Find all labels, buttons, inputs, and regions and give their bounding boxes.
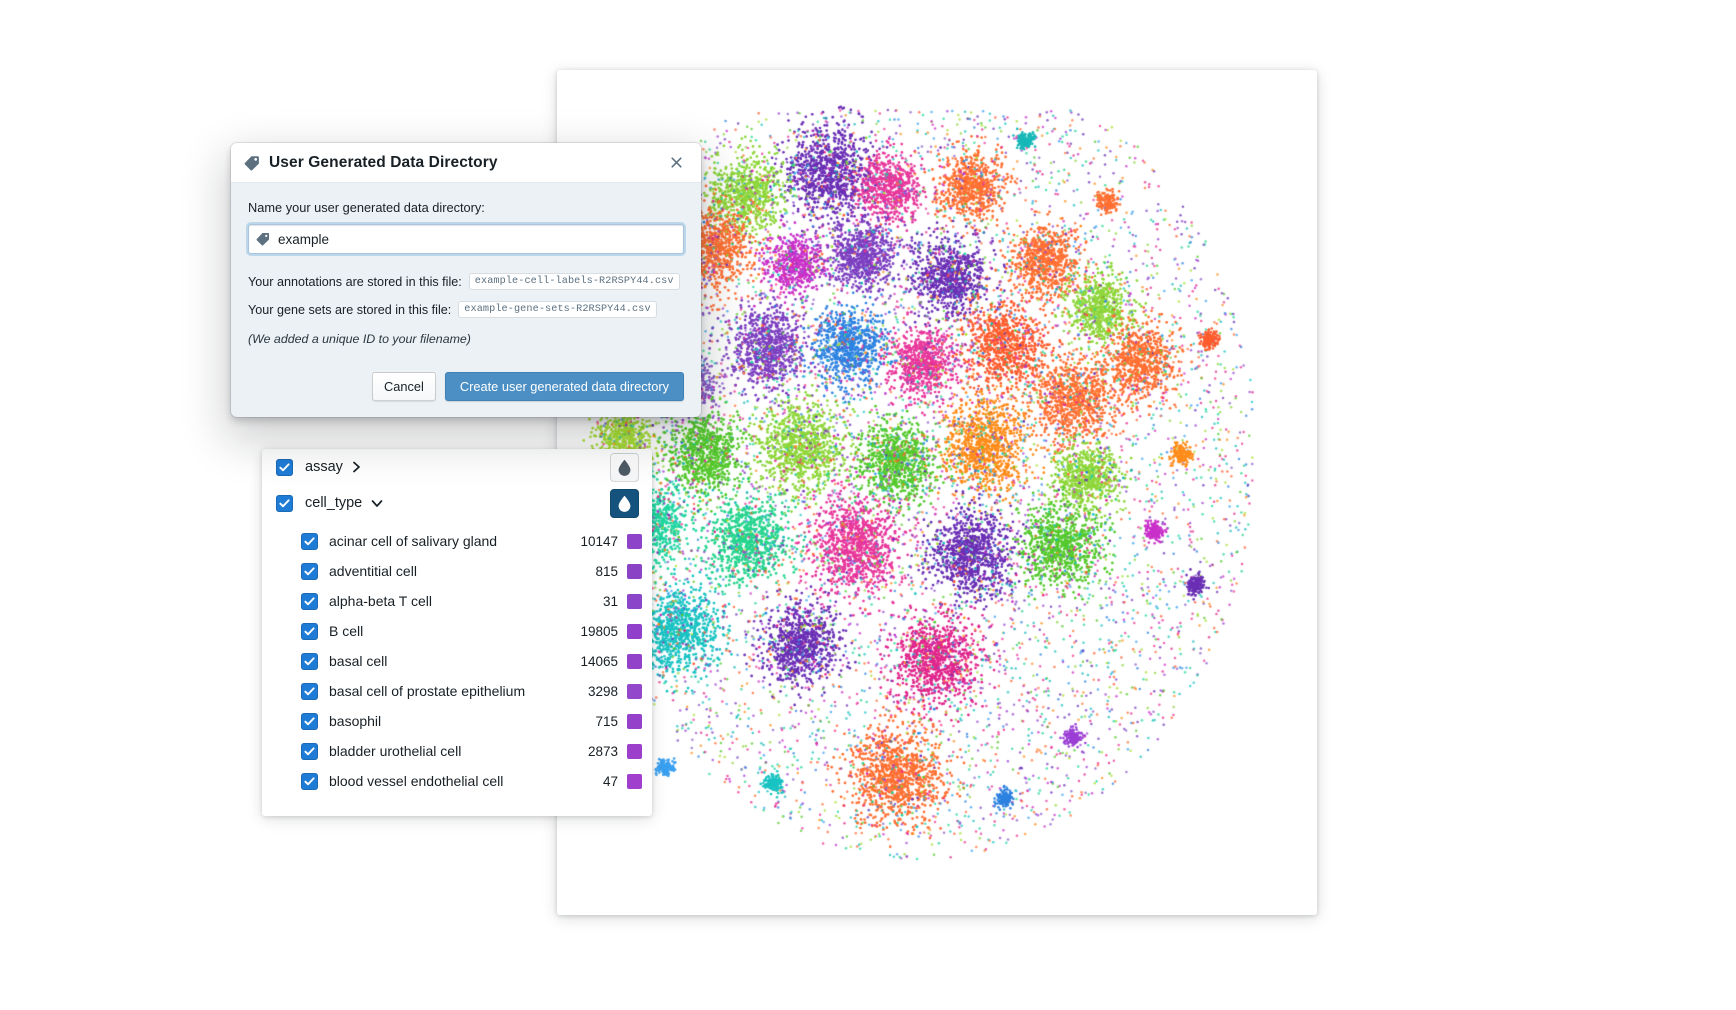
cancel-button[interactable]: Cancel [372, 372, 436, 401]
category-color-swatch [627, 773, 642, 789]
category-value-row[interactable]: acinar cell of salivary gland 10147 [262, 526, 652, 556]
category-value-row[interactable]: adventitial cell 815 [262, 556, 652, 586]
category-value-row[interactable]: B cell 19805 [262, 616, 652, 646]
category-value-count: 31 [602, 593, 618, 609]
create-user-generated-data-directory-button[interactable]: Create user generated data directory [444, 372, 684, 401]
category-color-swatch [627, 533, 642, 549]
category-value-count: 10147 [580, 533, 618, 549]
category-value-row[interactable]: basal cell 14065 [262, 646, 652, 676]
category-value-count: 815 [595, 563, 618, 579]
category-value-count: 3298 [587, 683, 618, 699]
category-value-row[interactable]: basophil 715 [262, 706, 652, 736]
category-color-swatch [627, 563, 642, 579]
category-checkbox-cell-type[interactable] [276, 494, 293, 512]
category-value-checkbox[interactable] [301, 682, 318, 700]
unique-id-note: (We added a unique ID to your filename) [248, 332, 471, 346]
close-icon[interactable] [664, 151, 688, 175]
directory-name-input[interactable] [248, 224, 684, 254]
droplet-icon [618, 495, 631, 512]
color-by-assay-button[interactable] [610, 453, 639, 482]
category-color-swatch [627, 593, 642, 609]
genesets-file-name: example-gene-sets-R2RSPY44.csv [458, 301, 657, 318]
category-value-checkbox[interactable] [301, 742, 318, 760]
annotations-file-label: Your annotations are stored in this file… [248, 274, 462, 289]
category-value-count: 715 [595, 713, 618, 729]
category-filter-panel: assay cell_type acinar cell of salivary … [262, 449, 652, 816]
annotations-file-name: example-cell-labels-R2RSPY44.csv [468, 273, 680, 290]
category-value-label: alpha-beta T cell [329, 593, 432, 609]
dialog-title: User Generated Data Directory [269, 153, 498, 171]
tag-icon [244, 155, 260, 171]
app-root: assay cell_type acinar cell of salivary … [0, 0, 1736, 1010]
category-value-list: acinar cell of salivary gland 10147 advent… [262, 521, 652, 796]
annotations-file-row: Your annotations are stored in this file… [248, 273, 684, 290]
category-value-label: B cell [329, 623, 364, 639]
genesets-file-row: Your gene sets are stored in this file: … [248, 301, 684, 318]
category-value-checkbox[interactable] [301, 622, 318, 640]
chevron-right-icon[interactable] [352, 461, 361, 473]
droplet-icon [618, 459, 631, 476]
category-header-assay[interactable]: assay [262, 449, 652, 485]
category-value-count: 19805 [580, 623, 618, 639]
category-value-label: acinar cell of salivary gland [329, 533, 498, 549]
category-value-label: basal cell [329, 653, 388, 669]
category-color-swatch [627, 653, 642, 669]
dialog-header: User Generated Data Directory [231, 143, 701, 183]
category-value-row[interactable]: blood vessel endothelial cell 47 [262, 766, 652, 796]
genesets-file-label: Your gene sets are stored in this file: [248, 302, 452, 317]
chevron-down-icon[interactable] [371, 499, 383, 508]
category-value-label: adventitial cell [329, 563, 417, 579]
category-color-swatch [627, 683, 642, 699]
category-value-row[interactable]: alpha-beta T cell 31 [262, 586, 652, 616]
category-value-checkbox[interactable] [301, 712, 318, 730]
category-label-assay: assay [305, 459, 343, 475]
color-by-cell-type-button[interactable] [610, 489, 639, 518]
category-color-swatch [627, 743, 642, 759]
category-value-count: 47 [602, 773, 618, 789]
category-header-cell-type[interactable]: cell_type [262, 485, 652, 521]
category-value-checkbox[interactable] [301, 532, 318, 550]
category-label-cell-type: cell_type [305, 495, 363, 511]
dialog-body: Name your user generated data directory:… [231, 183, 701, 360]
category-value-checkbox[interactable] [301, 652, 318, 670]
dialog-footer: Cancel Create user generated data direct… [231, 360, 701, 417]
category-value-row[interactable]: bladder urothelial cell 2873 [262, 736, 652, 766]
category-value-count: 2873 [587, 743, 618, 759]
user-generated-data-directory-dialog: User Generated Data Directory Name your … [231, 143, 701, 417]
category-value-label: basophil [329, 713, 382, 729]
category-value-row[interactable]: basal cell of prostate epithelium 3298 [262, 676, 652, 706]
directory-name-input-wrapper [248, 224, 684, 254]
category-value-count: 14065 [580, 653, 618, 669]
category-color-swatch [627, 713, 642, 729]
category-value-checkbox[interactable] [301, 772, 318, 790]
category-value-checkbox[interactable] [301, 592, 318, 610]
directory-name-prompt: Name your user generated data directory: [248, 200, 485, 215]
category-checkbox-assay[interactable] [276, 458, 293, 476]
category-value-label: bladder urothelial cell [329, 743, 462, 759]
category-value-label: blood vessel endothelial cell [329, 773, 504, 789]
category-value-label: basal cell of prostate epithelium [329, 683, 526, 699]
category-value-checkbox[interactable] [301, 562, 318, 580]
category-color-swatch [627, 623, 642, 639]
